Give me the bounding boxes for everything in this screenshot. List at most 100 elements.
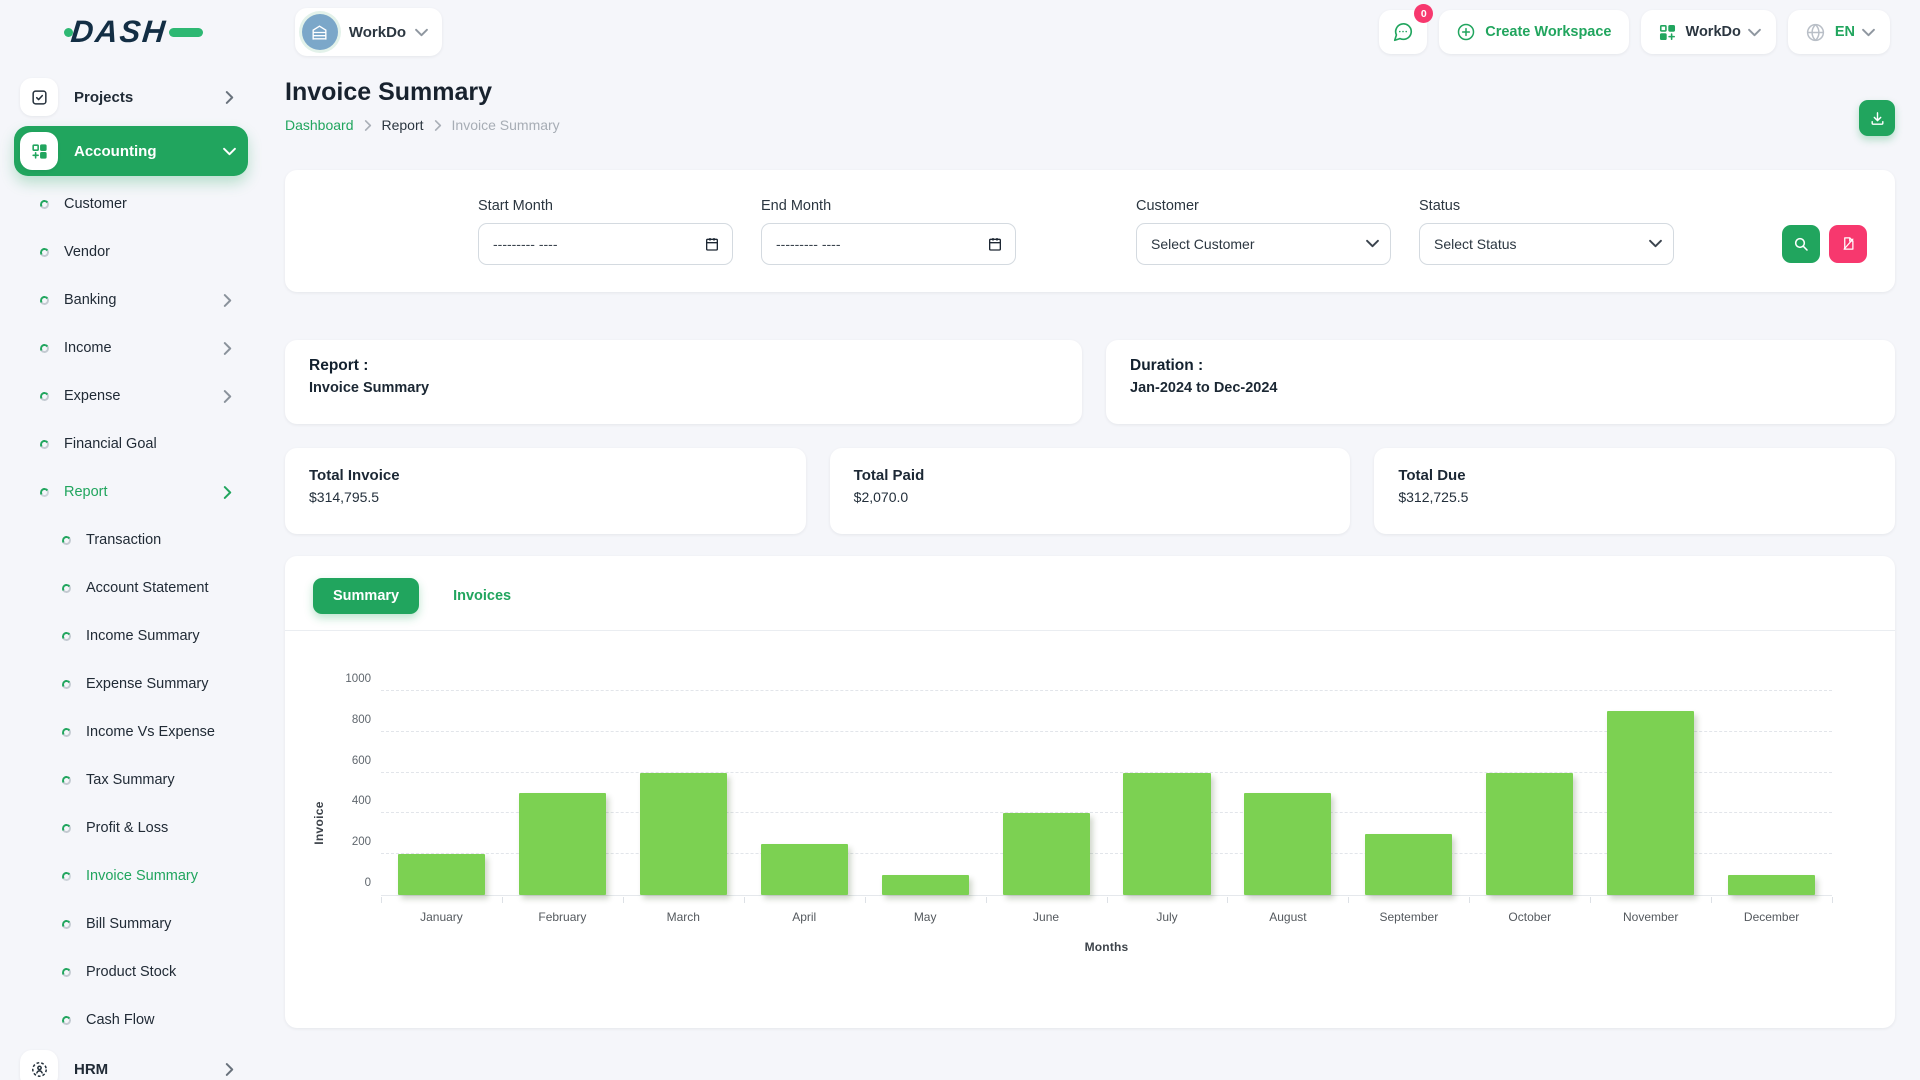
workdo-menu-button[interactable]: WorkDo	[1641, 10, 1776, 54]
chart-x-tick-label: April	[744, 910, 865, 924]
sidebar-item-product-stock[interactable]: Product Stock	[14, 948, 248, 996]
bullet-icon	[39, 247, 50, 258]
status-select[interactable]: Select Status	[1419, 223, 1674, 265]
bullet-icon	[61, 775, 72, 786]
chevron-right-icon	[225, 91, 234, 104]
language-selector[interactable]: EN	[1788, 10, 1890, 54]
workdo-menu-label: WorkDo	[1686, 24, 1741, 40]
sidebar-item-hrm[interactable]: HRM	[14, 1044, 248, 1080]
chart-bar-column	[623, 691, 744, 895]
chart-bar-column	[1348, 691, 1469, 895]
bullet-icon	[61, 583, 72, 594]
chevron-right-icon	[223, 390, 232, 403]
start-month-input[interactable]	[478, 223, 733, 265]
reset-filter-button[interactable]	[1829, 225, 1867, 263]
chart-bar-column	[986, 691, 1107, 895]
breadcrumb-item-invoice-summary: Invoice Summary	[452, 117, 560, 133]
chart-bar-column	[744, 691, 865, 895]
end-month-label: End Month	[761, 198, 1016, 214]
start-month-value[interactable]	[493, 236, 694, 252]
sidebar-item-banking[interactable]: Banking	[14, 276, 248, 324]
sidebar-item-customer[interactable]: Customer	[14, 180, 248, 228]
filter-actions	[1782, 225, 1867, 263]
sidebar-item-transaction[interactable]: Transaction	[14, 516, 248, 564]
sidebar-item-expense[interactable]: Expense	[14, 372, 248, 420]
bullet-icon	[61, 631, 72, 642]
sidebar-item-invoice-summary[interactable]: Invoice Summary	[14, 852, 248, 900]
customer-select[interactable]: Select Customer	[1136, 223, 1391, 265]
chart-x-tick-label: August	[1227, 910, 1348, 924]
chart-axis-tick	[986, 897, 987, 903]
logo-dash-icon	[169, 28, 203, 37]
customer-field: Customer Select Customer	[1136, 198, 1391, 265]
sidebar-item-income-vs-expense[interactable]: Income Vs Expense	[14, 708, 248, 756]
total-invoice-card: Total Invoice $314,795.5	[285, 448, 806, 534]
download-icon	[1869, 110, 1886, 127]
chart-y-tick-label: 1000	[331, 673, 371, 685]
bar-february	[519, 793, 606, 895]
sidebar-item-income-summary[interactable]: Income Summary	[14, 612, 248, 660]
calendar-icon	[704, 236, 720, 252]
chart-x-labels: JanuaryFebruaryMarchAprilMayJuneJulyAugu…	[381, 910, 1832, 924]
sidebar-menu: ProjectsAccountingCustomerVendorBankingI…	[14, 72, 248, 1080]
main-content: Invoice Summary Dashboard Report Invoice S…	[285, 64, 1895, 1028]
chart-x-tick-label: January	[381, 910, 502, 924]
chart-x-tick-label: November	[1590, 910, 1711, 924]
chart-axis-tick	[623, 897, 624, 903]
chart-bar-column	[1469, 691, 1590, 895]
chart-axis-tick	[381, 897, 382, 903]
stat-label: Total Invoice	[309, 467, 782, 484]
bullet-icon	[61, 727, 72, 738]
bar-april	[761, 844, 848, 895]
sidebar-item-vendor[interactable]: Vendor	[14, 228, 248, 276]
report-card-title: Report :	[309, 357, 1058, 375]
sidebar-item-tax-summary[interactable]: Tax Summary	[14, 756, 248, 804]
sidebar-item-account-statement[interactable]: Account Statement	[14, 564, 248, 612]
start-month-field: Start Month	[478, 198, 733, 265]
chevron-right-icon	[225, 1063, 234, 1076]
status-field: Status Select Status	[1419, 198, 1674, 265]
bullet-icon	[39, 295, 50, 306]
chart-axis-tick	[1590, 897, 1591, 903]
report-card-value: Invoice Summary	[309, 380, 1058, 396]
tab-summary[interactable]: Summary	[313, 578, 419, 614]
tab-invoices[interactable]: Invoices	[433, 578, 531, 614]
duration-card-value: Jan-2024 to Dec-2024	[1130, 380, 1871, 396]
team-icon	[20, 1050, 58, 1080]
bullet-icon	[39, 199, 50, 210]
download-button[interactable]	[1859, 100, 1895, 136]
sidebar-item-accounting[interactable]: Accounting	[14, 126, 248, 176]
duration-card: Duration : Jan-2024 to Dec-2024	[1106, 340, 1895, 424]
chevron-down-icon	[1750, 26, 1759, 39]
invoice-bar-chart: Invoice 02004006008001000 JanuaryFebruar…	[381, 691, 1832, 954]
sidebar-item-profit-loss[interactable]: Profit & Loss	[14, 804, 248, 852]
sidebar-item-expense-summary[interactable]: Expense Summary	[14, 660, 248, 708]
messages-button[interactable]: 0	[1379, 10, 1427, 54]
chevron-down-icon	[417, 26, 426, 39]
end-month-input[interactable]	[761, 223, 1016, 265]
sidebar-item-income[interactable]: Income	[14, 324, 248, 372]
breadcrumb-item-report[interactable]: Report	[382, 117, 424, 133]
dash-logo[interactable]: DASH	[64, 14, 203, 50]
breadcrumb-item-dashboard[interactable]: Dashboard	[285, 117, 354, 133]
chevron-right-icon	[223, 486, 232, 499]
chevron-down-icon	[1651, 237, 1660, 250]
chart-y-tick-label: 0	[331, 877, 371, 889]
top-header: DASH WorkDo 0 Create Workspace WorkDo	[0, 0, 1920, 64]
sidebar-item-bill-summary[interactable]: Bill Summary	[14, 900, 248, 948]
bullet-icon	[61, 679, 72, 690]
end-month-value[interactable]	[776, 236, 977, 252]
search-button[interactable]	[1782, 225, 1820, 263]
create-workspace-button[interactable]: Create Workspace	[1439, 10, 1628, 54]
sidebar-item-cash-flow[interactable]: Cash Flow	[14, 996, 248, 1044]
sidebar: ProjectsAccountingCustomerVendorBankingI…	[0, 64, 262, 1080]
chart-y-tick-label: 200	[331, 836, 371, 848]
bar-october	[1486, 773, 1573, 895]
chart-axis-tick	[1107, 897, 1108, 903]
chart-y-tick-label: 400	[331, 795, 371, 807]
customer-label: Customer	[1136, 198, 1391, 214]
sidebar-item-projects[interactable]: Projects	[14, 72, 248, 122]
workspace-switcher[interactable]: WorkDo	[295, 8, 442, 56]
sidebar-item-financial-goal[interactable]: Financial Goal	[14, 420, 248, 468]
sidebar-item-report[interactable]: Report	[14, 468, 248, 516]
